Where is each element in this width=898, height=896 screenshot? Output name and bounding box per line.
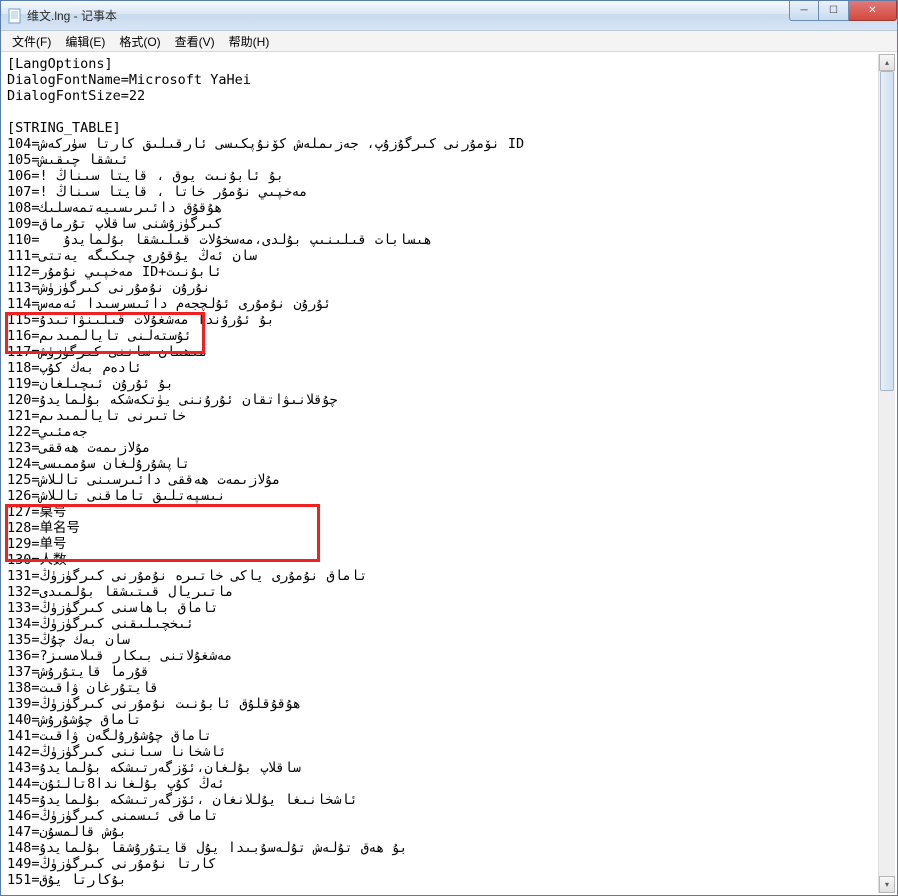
scroll-down-button[interactable]: ▾	[879, 876, 895, 893]
maximize-button[interactable]: ☐	[819, 1, 849, 21]
minimize-button[interactable]: ─	[789, 1, 819, 21]
scroll-track[interactable]	[879, 71, 895, 876]
menu-help[interactable]: 帮助(H)	[222, 31, 277, 52]
editor-area: [LangOptions] DialogFontName=Microsoft Y…	[2, 53, 896, 894]
menu-file[interactable]: 文件(F)	[5, 31, 58, 52]
close-button[interactable]: ✕	[849, 1, 897, 21]
menu-format[interactable]: 格式(O)	[112, 31, 167, 52]
titlebar[interactable]: 维文.lng - 记事本 ─ ☐ ✕	[1, 1, 897, 31]
window-title: 维文.lng - 记事本	[27, 7, 117, 24]
vertical-scrollbar[interactable]: ▴ ▾	[878, 54, 895, 893]
menu-edit[interactable]: 编辑(E)	[58, 31, 112, 52]
window-controls: ─ ☐ ✕	[789, 1, 897, 21]
text-editor[interactable]: [LangOptions] DialogFontName=Microsoft Y…	[3, 54, 878, 893]
scroll-thumb[interactable]	[880, 71, 894, 391]
app-icon	[7, 8, 23, 24]
menu-view[interactable]: 查看(V)	[168, 31, 222, 52]
notepad-window: 维文.lng - 记事本 ─ ☐ ✕ 文件(F) 编辑(E) 格式(O) 查看(…	[0, 0, 898, 896]
menubar: 文件(F) 编辑(E) 格式(O) 查看(V) 帮助(H)	[1, 31, 897, 52]
scroll-up-button[interactable]: ▴	[879, 54, 895, 71]
